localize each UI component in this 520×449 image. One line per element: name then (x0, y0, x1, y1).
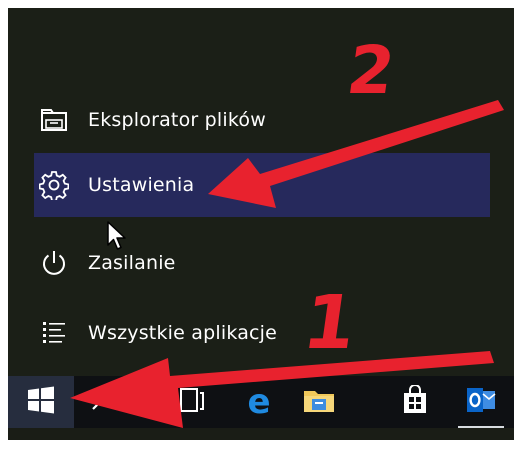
outlook-icon (465, 385, 497, 419)
start-button[interactable] (8, 376, 74, 428)
menu-item-label: Zasilanie (88, 252, 176, 274)
menu-item-label: Eksplorator plików (88, 109, 266, 131)
task-view-button[interactable] (160, 376, 218, 428)
menu-item-all-apps[interactable]: Wszystkie aplikacje (34, 301, 490, 365)
edge-button[interactable]: e (230, 376, 288, 428)
desktop-edge (8, 428, 514, 440)
menu-item-label: Ustawienia (88, 174, 195, 196)
store-button[interactable] (386, 376, 444, 428)
step-number-2: 2 (342, 32, 400, 109)
gear-icon (36, 167, 72, 203)
file-explorer-button[interactable] (290, 376, 348, 428)
outlook-button[interactable] (452, 376, 510, 428)
taskbar: e (8, 376, 514, 428)
search-button[interactable] (74, 376, 132, 428)
menu-item-settings[interactable]: Ustawienia (34, 153, 490, 217)
menu-item-label: Wszystkie aplikacje (88, 322, 278, 344)
mouse-cursor-icon (107, 221, 126, 250)
file-explorer-icon (36, 102, 72, 138)
windows-logo-icon (26, 385, 56, 419)
folder-icon (302, 385, 336, 419)
menu-item-file-explorer[interactable]: Eksplorator plików (34, 88, 490, 152)
search-icon (90, 387, 116, 417)
edge-icon: e (247, 382, 271, 422)
task-view-icon (172, 386, 206, 418)
step-number-1: 1 (297, 280, 362, 366)
start-menu-screenshot: Eksplorator plików Ustawienia Zasilanie (8, 8, 514, 440)
power-icon (36, 245, 72, 281)
all-apps-list-icon (36, 315, 72, 351)
menu-item-power[interactable]: Zasilanie (34, 231, 490, 295)
store-bag-icon (401, 384, 429, 419)
